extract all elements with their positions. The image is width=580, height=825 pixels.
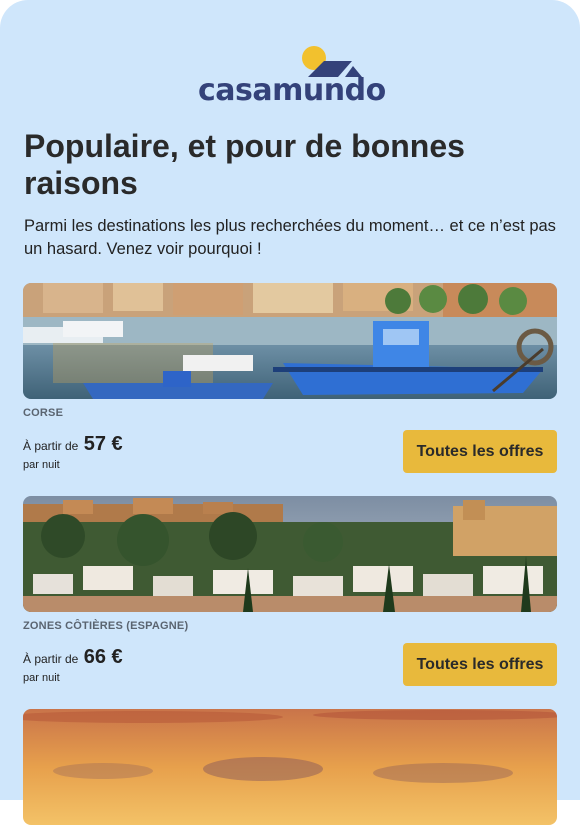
price-from: À partir de 66 € [23,646,123,669]
price-amount: 57 € [83,433,123,455]
destination-label: ZONES CÔTIÈRES (ESPAGNE) [23,620,189,632]
all-offers-button[interactable]: Toutes les offres [403,430,557,473]
casamundo-logo[interactable]: casamundo [198,44,388,108]
granada-city-photo[interactable] [23,496,557,612]
from-label: À partir de [23,652,79,666]
headline: Populaire, et pour de bonnes raisons [24,128,465,201]
brand-name: casamundo [198,73,386,108]
per-night-label: par nuit [23,459,60,471]
destination-label: CORSE [23,407,64,419]
per-night-label: par nuit [23,672,60,684]
harbor-boats-photo[interactable] [23,283,557,399]
sunset-sky-photo[interactable] [23,709,557,825]
email-card: casamundo Populaire, et pour de bonnes r… [0,0,580,825]
from-label: À partir de [23,439,79,453]
price-from: À partir de 57 € [23,433,123,456]
all-offers-button[interactable]: Toutes les offres [403,643,557,686]
intro-text: Parmi les destinations les plus recherch… [24,217,556,258]
price-amount: 66 € [83,646,123,668]
